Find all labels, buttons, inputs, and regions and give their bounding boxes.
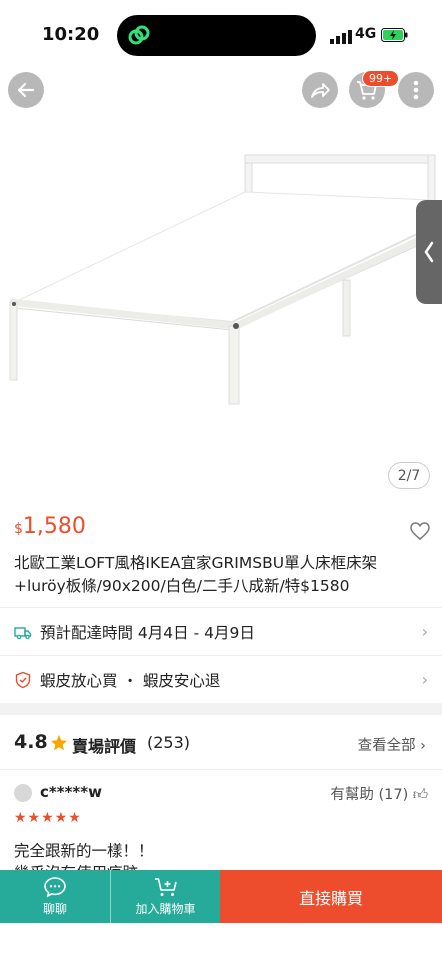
view-all-label: 查看全部 bbox=[357, 738, 416, 754]
more-vertical-icon bbox=[413, 80, 419, 100]
review-username: c*****w bbox=[40, 783, 102, 801]
view-all-ratings-link[interactable]: 查看全部 › bbox=[358, 734, 426, 755]
share-icon bbox=[311, 83, 330, 98]
dynamic-island bbox=[117, 15, 316, 56]
battery-icon bbox=[381, 28, 408, 42]
add-to-cart-button[interactable]: 加入購物車 bbox=[110, 870, 220, 923]
status-bar: 10:20 4G bbox=[0, 0, 442, 66]
product-price: $1,580 bbox=[14, 514, 86, 539]
signal-icon bbox=[330, 30, 352, 44]
image-page-indicator: 2/7 bbox=[388, 462, 430, 489]
more-options-button[interactable] bbox=[398, 72, 434, 108]
status-time: 10:20 bbox=[42, 24, 100, 45]
app-logo-icon bbox=[123, 20, 154, 51]
shipping-row[interactable]: 預計配達時間 4月4日 - 4月9日 › bbox=[0, 607, 442, 655]
buy-now-label: 直接購買 bbox=[298, 888, 363, 908]
chevron-right-icon: › bbox=[421, 670, 428, 689]
cart-count-badge: 99+ bbox=[362, 70, 400, 87]
guarantee-label: 蝦皮放心買 ・ 蝦皮安心退 bbox=[40, 671, 221, 690]
star-icon bbox=[51, 735, 67, 751]
bottom-action-bar: 聊聊 加入購物車 直接購買 bbox=[0, 870, 442, 923]
chevron-left-icon bbox=[424, 241, 434, 263]
ratings-title: 賣場評價 bbox=[72, 737, 137, 756]
side-drawer-handle[interactable] bbox=[416, 200, 442, 304]
chevron-right-icon: › bbox=[421, 622, 428, 641]
review-text-continued: 幾乎沒有使用痕跡 bbox=[14, 862, 138, 870]
guarantee-row[interactable]: 蝦皮放心買 ・ 蝦皮安心退 › bbox=[0, 655, 442, 703]
section-divider bbox=[0, 703, 442, 715]
product-image bbox=[9, 154, 436, 405]
helpful-button[interactable]: 有幫助 (17) 👍︎ bbox=[330, 783, 428, 804]
shop-ratings-header[interactable]: 4.8 賣場評價 (253) 查看全部 › bbox=[0, 715, 442, 770]
helpful-label: 有幫助 (17) bbox=[330, 787, 409, 803]
network-type: 4G bbox=[355, 26, 377, 42]
chat-label: 聊聊 bbox=[42, 902, 67, 916]
truck-icon bbox=[14, 626, 32, 639]
price-value: 1,580 bbox=[22, 514, 86, 539]
ratings-count: (253) bbox=[147, 733, 191, 752]
avatar bbox=[14, 784, 32, 802]
add-to-cart-label: 加入購物車 bbox=[135, 902, 196, 916]
review-stars: ★★★★★ bbox=[14, 810, 82, 826]
heart-icon[interactable] bbox=[410, 522, 430, 540]
cart-plus-icon bbox=[154, 878, 177, 896]
share-button[interactable] bbox=[302, 72, 338, 108]
product-image-gallery[interactable]: 99+ 2/7 bbox=[0, 0, 442, 505]
rating-score: 4.8 bbox=[14, 731, 48, 753]
shield-check-icon bbox=[15, 671, 31, 688]
chat-icon bbox=[44, 877, 66, 898]
arrow-left-icon bbox=[17, 82, 35, 98]
shipping-label: 預計配達時間 4月4日 - 4月9日 bbox=[40, 623, 255, 642]
product-title: 北歐工業LOFT風格IKEA宜家GRIMSBU單人床框床架+luröy板條/90… bbox=[14, 554, 378, 595]
currency-symbol: $ bbox=[14, 521, 23, 537]
chat-button[interactable]: 聊聊 bbox=[0, 870, 110, 923]
review-item: c*****w 有幫助 (17) 👍︎ ★★★★★ 完全跟新的一樣！！ 幾乎沒有… bbox=[0, 770, 442, 870]
thumbs-up-icon: 👍︎ bbox=[412, 787, 428, 803]
review-text: 完全跟新的一樣！！ bbox=[14, 842, 154, 860]
back-button[interactable] bbox=[8, 72, 44, 108]
buy-now-button[interactable]: 直接購買 bbox=[220, 870, 442, 923]
